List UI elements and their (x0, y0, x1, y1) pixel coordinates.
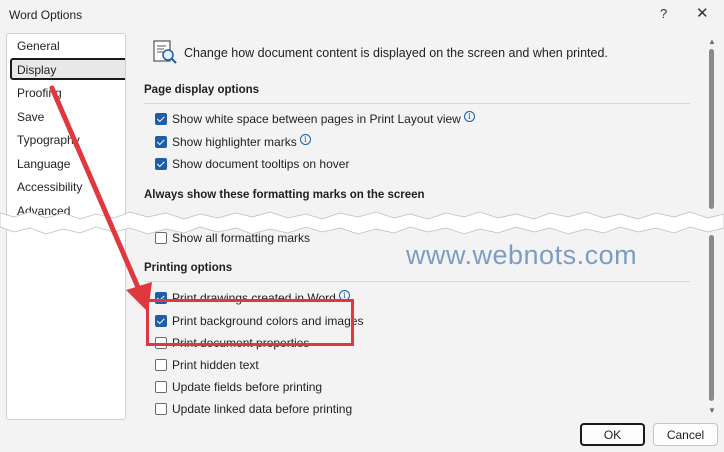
option-label: Update fields before printing (172, 380, 323, 394)
option-show-white-space[interactable]: Show white space between pages in Print … (155, 110, 475, 127)
sidebar-item-proofing[interactable]: Proofing (17, 86, 62, 100)
option-show-document-tooltips[interactable]: Show document tooltips on hover (155, 156, 349, 172)
checkbox[interactable] (155, 113, 167, 125)
option-show-highlighter-marks[interactable]: Show highlighter marks i (155, 133, 311, 150)
section-title-printing: Printing options (144, 262, 233, 274)
checkbox[interactable] (155, 136, 167, 148)
close-icon[interactable]: ✕ (696, 4, 709, 22)
display-settings-icon (153, 40, 177, 64)
torn-paper-divider (0, 211, 724, 235)
checkbox[interactable] (155, 359, 167, 371)
highlight-box (146, 299, 354, 346)
cancel-button[interactable]: Cancel (653, 423, 718, 446)
option-label: Show document tooltips on hover (172, 157, 350, 171)
sidebar-item-language[interactable]: Language (17, 157, 70, 171)
title-bar: Word Options ? ✕ (0, 0, 724, 30)
scroll-down-icon[interactable]: ▼ (708, 406, 716, 415)
page-description: Change how document content is displayed… (184, 46, 608, 60)
section-title-page-display: Page display options (144, 84, 260, 96)
info-icon[interactable]: i (463, 110, 475, 122)
checkbox[interactable] (155, 403, 167, 415)
divider (144, 281, 690, 282)
option-label: Show white space between pages in Print … (172, 112, 461, 126)
scrollbar-thumb[interactable] (709, 49, 714, 209)
ok-button[interactable]: OK (580, 423, 645, 446)
checkbox[interactable] (155, 158, 167, 170)
sidebar-item-save[interactable]: Save (17, 110, 44, 124)
scroll-up-icon[interactable]: ▲ (708, 37, 716, 46)
option-print-hidden-text[interactable]: Print hidden text (155, 357, 259, 373)
sidebar-item-accessibility[interactable]: Accessibility (17, 180, 82, 194)
option-update-fields[interactable]: Update fields before printing (155, 379, 322, 395)
help-icon[interactable]: ? (660, 6, 667, 21)
checkbox[interactable] (155, 381, 167, 393)
scrollbar-thumb[interactable] (709, 235, 714, 401)
section-title-formatting-marks: Always show these formatting marks on th… (144, 189, 425, 201)
sidebar-item-typography[interactable]: Typography (17, 133, 80, 147)
option-label: Show highlighter marks (172, 135, 297, 149)
option-label: Update linked data before printing (172, 402, 353, 416)
watermark-text: www.webnots.com (406, 240, 638, 270)
info-icon[interactable]: i (299, 133, 311, 145)
sidebar-item-general[interactable]: General (17, 39, 60, 53)
sidebar-item-display[interactable]: Display (10, 58, 125, 80)
option-label: Print hidden text (172, 358, 259, 372)
divider (144, 103, 690, 104)
window-title: Word Options (9, 8, 83, 22)
option-update-linked-data[interactable]: Update linked data before printing (155, 401, 352, 417)
